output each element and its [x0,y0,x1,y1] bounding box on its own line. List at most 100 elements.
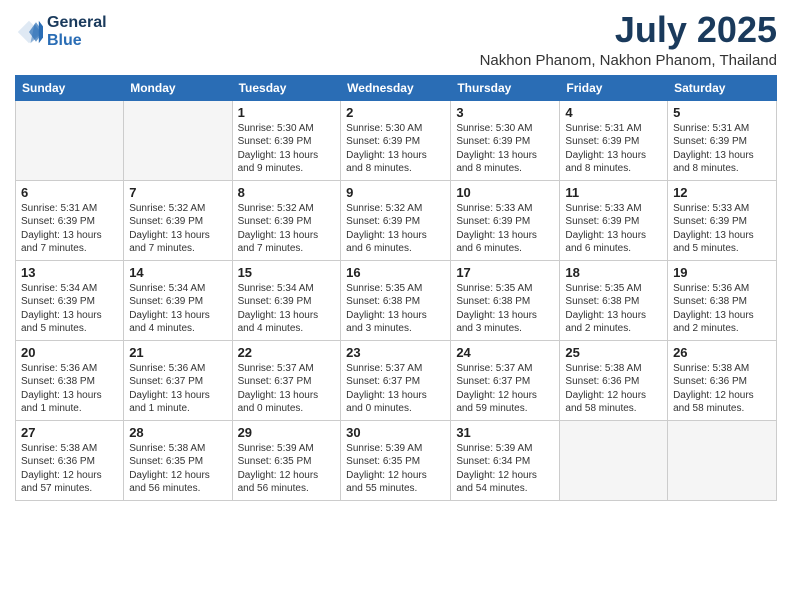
day-info: Sunrise: 5:37 AM Sunset: 6:37 PM Dayligh… [456,362,554,416]
calendar-cell: 1 Sunrise: 5:30 AM Sunset: 6:39 PM Daylig… [232,100,341,180]
calendar-cell: 2 Sunrise: 5:30 AM Sunset: 6:39 PM Daylig… [341,100,451,180]
calendar-cell: 22Sunrise: 5:37 AM Sunset: 6:37 PM Dayli… [232,340,341,420]
day-number: 9 [346,185,445,200]
day-number: 29 [238,425,336,440]
calendar-cell: 27 Sunrise: 5:38 AM Sunset: 6:36 PM Dayli… [16,420,124,500]
calendar-cell: 30 Sunrise: 5:39 AM Sunset: 6:35 PM Dayli… [341,420,451,500]
calendar-week-row: 20 Sunrise: 5:36 AM Sunset: 6:38 PM Dayli… [16,340,777,420]
day-number: 6 [21,185,118,200]
day-info: Sunrise: 5:33 AM Sunset: 6:39 PM Dayligh… [673,202,771,256]
day-number: 8 [238,185,336,200]
day-number: 11 [565,185,662,200]
day-number: 26 [673,345,771,360]
calendar-cell: 8Sunrise: 5:32 AM Sunset: 6:39 PM Daylig… [232,180,341,260]
calendar-cell: 9 Sunrise: 5:32 AM Sunset: 6:39 PM Daylig… [341,180,451,260]
day-info: Sunrise: 5:34 AM Sunset: 6:39 PM Dayligh… [129,282,226,336]
day-number: 2 [346,105,445,120]
day-number: 4 [565,105,662,120]
day-info: Sunrise: 5:31 AM Sunset: 6:39 PM Dayligh… [565,122,662,176]
day-number: 24 [456,345,554,360]
calendar-cell: 13Sunrise: 5:34 AM Sunset: 6:39 PM Dayli… [16,260,124,340]
calendar-cell: 21 Sunrise: 5:36 AM Sunset: 6:37 PM Dayli… [124,340,232,420]
calendar-cell [560,420,668,500]
calendar-cell: 11 Sunrise: 5:33 AM Sunset: 6:39 PM Dayli… [560,180,668,260]
day-info: Sunrise: 5:30 AM Sunset: 6:39 PM Dayligh… [456,122,554,176]
day-info: Sunrise: 5:30 AM Sunset: 6:39 PM Dayligh… [346,122,445,176]
calendar-cell [124,100,232,180]
day-info: Sunrise: 5:32 AM Sunset: 6:39 PM Dayligh… [346,202,445,256]
header: General Blue July 2025 Nakhon Phanom, Na… [15,10,777,69]
day-number: 16 [346,265,445,280]
calendar-week-row: 6 Sunrise: 5:31 AM Sunset: 6:39 PM Daylig… [16,180,777,260]
calendar: SundayMondayTuesdayWednesdayThursdayFrid… [15,75,777,501]
calendar-cell: 20 Sunrise: 5:36 AM Sunset: 6:38 PM Dayli… [16,340,124,420]
day-number: 25 [565,345,662,360]
calendar-cell: 15 Sunrise: 5:34 AM Sunset: 6:39 PM Dayli… [232,260,341,340]
calendar-week-row: 13Sunrise: 5:34 AM Sunset: 6:39 PM Dayli… [16,260,777,340]
day-number: 14 [129,265,226,280]
calendar-header-row: SundayMondayTuesdayWednesdayThursdayFrid… [16,75,777,100]
day-number: 31 [456,425,554,440]
day-number: 30 [346,425,445,440]
day-number: 1 [238,105,336,120]
calendar-cell: 25Sunrise: 5:38 AM Sunset: 6:36 PM Dayli… [560,340,668,420]
day-info: Sunrise: 5:33 AM Sunset: 6:39 PM Dayligh… [456,202,554,256]
calendar-day-header: Friday [560,75,668,100]
calendar-cell: 4 Sunrise: 5:31 AM Sunset: 6:39 PM Daylig… [560,100,668,180]
day-info: Sunrise: 5:34 AM Sunset: 6:39 PM Dayligh… [21,282,118,336]
calendar-cell: 12 Sunrise: 5:33 AM Sunset: 6:39 PM Dayli… [668,180,777,260]
calendar-day-header: Monday [124,75,232,100]
day-info: Sunrise: 5:35 AM Sunset: 6:38 PM Dayligh… [346,282,445,336]
day-number: 21 [129,345,226,360]
logo-icon [15,18,43,46]
day-info: Sunrise: 5:38 AM Sunset: 6:36 PM Dayligh… [21,442,118,496]
day-info: Sunrise: 5:33 AM Sunset: 6:39 PM Dayligh… [565,202,662,256]
calendar-day-header: Sunday [16,75,124,100]
day-info: Sunrise: 5:34 AM Sunset: 6:39 PM Dayligh… [238,282,336,336]
calendar-cell: 14 Sunrise: 5:34 AM Sunset: 6:39 PM Dayli… [124,260,232,340]
calendar-day-header: Tuesday [232,75,341,100]
calendar-cell: 6 Sunrise: 5:31 AM Sunset: 6:39 PM Daylig… [16,180,124,260]
calendar-cell: 26 Sunrise: 5:38 AM Sunset: 6:36 PM Dayli… [668,340,777,420]
day-number: 12 [673,185,771,200]
day-number: 5 [673,105,771,120]
subtitle: Nakhon Phanom, Nakhon Phanom, Thailand [480,52,777,69]
calendar-cell: 29 Sunrise: 5:39 AM Sunset: 6:35 PM Dayli… [232,420,341,500]
day-info: Sunrise: 5:31 AM Sunset: 6:39 PM Dayligh… [673,122,771,176]
main-title: July 2025 [480,10,777,50]
day-info: Sunrise: 5:39 AM Sunset: 6:35 PM Dayligh… [346,442,445,496]
calendar-week-row: 27 Sunrise: 5:38 AM Sunset: 6:36 PM Dayli… [16,420,777,500]
calendar-cell: 10Sunrise: 5:33 AM Sunset: 6:39 PM Dayli… [451,180,560,260]
page: General Blue July 2025 Nakhon Phanom, Na… [0,0,792,612]
day-info: Sunrise: 5:31 AM Sunset: 6:39 PM Dayligh… [21,202,118,256]
calendar-cell: 23Sunrise: 5:37 AM Sunset: 6:37 PM Dayli… [341,340,451,420]
logo: General Blue [15,14,107,51]
calendar-day-header: Wednesday [341,75,451,100]
calendar-cell: 5 Sunrise: 5:31 AM Sunset: 6:39 PM Daylig… [668,100,777,180]
day-info: Sunrise: 5:37 AM Sunset: 6:37 PM Dayligh… [238,362,336,416]
day-info: Sunrise: 5:36 AM Sunset: 6:38 PM Dayligh… [21,362,118,416]
calendar-day-header: Thursday [451,75,560,100]
calendar-cell: 19Sunrise: 5:36 AM Sunset: 6:38 PM Dayli… [668,260,777,340]
calendar-cell: 17 Sunrise: 5:35 AM Sunset: 6:38 PM Dayli… [451,260,560,340]
day-info: Sunrise: 5:39 AM Sunset: 6:34 PM Dayligh… [456,442,554,496]
day-info: Sunrise: 5:38 AM Sunset: 6:35 PM Dayligh… [129,442,226,496]
day-info: Sunrise: 5:30 AM Sunset: 6:39 PM Dayligh… [238,122,336,176]
day-number: 18 [565,265,662,280]
day-number: 17 [456,265,554,280]
day-info: Sunrise: 5:36 AM Sunset: 6:37 PM Dayligh… [129,362,226,416]
calendar-cell: 18Sunrise: 5:35 AM Sunset: 6:38 PM Dayli… [560,260,668,340]
calendar-cell: 7Sunrise: 5:32 AM Sunset: 6:39 PM Daylig… [124,180,232,260]
day-number: 3 [456,105,554,120]
day-info: Sunrise: 5:38 AM Sunset: 6:36 PM Dayligh… [673,362,771,416]
day-number: 19 [673,265,771,280]
day-info: Sunrise: 5:35 AM Sunset: 6:38 PM Dayligh… [456,282,554,336]
day-info: Sunrise: 5:37 AM Sunset: 6:37 PM Dayligh… [346,362,445,416]
day-number: 15 [238,265,336,280]
calendar-cell: 16 Sunrise: 5:35 AM Sunset: 6:38 PM Dayli… [341,260,451,340]
title-block: July 2025 Nakhon Phanom, Nakhon Phanom, … [480,10,777,69]
day-number: 27 [21,425,118,440]
day-number: 20 [21,345,118,360]
day-number: 28 [129,425,226,440]
day-info: Sunrise: 5:39 AM Sunset: 6:35 PM Dayligh… [238,442,336,496]
